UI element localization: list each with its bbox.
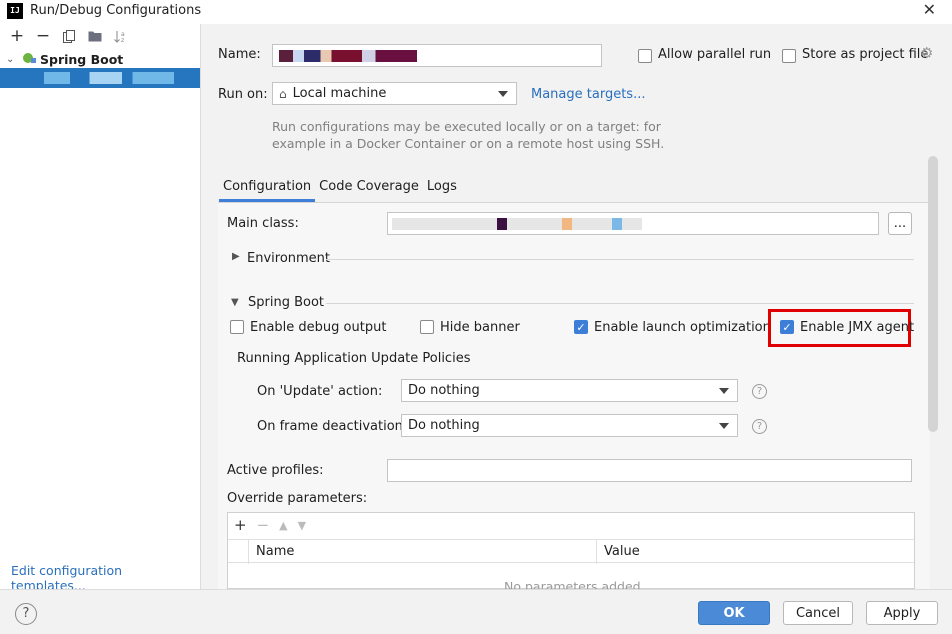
column-name[interactable]: Name (256, 544, 294, 559)
sort-icon[interactable]: az (108, 26, 134, 46)
active-profiles-field[interactable] (387, 459, 912, 482)
configuration-editor: Name: Allow parallel run Store as projec… (202, 24, 952, 589)
store-project-label: Store as project file (802, 47, 929, 62)
manage-targets-link[interactable]: Manage targets... (531, 87, 645, 102)
empty-table-text: No parameters added (504, 579, 641, 589)
spring-boot-section[interactable]: Spring Boot (248, 295, 324, 310)
chevron-down-icon[interactable]: ▼ (231, 297, 239, 308)
name-field[interactable] (272, 44, 602, 67)
hide-banner-checkbox[interactable] (420, 320, 434, 334)
home-icon: ⌂ (279, 86, 287, 101)
enable-jmx-agent-label: Enable JMX agent (800, 320, 915, 335)
on-update-label: On 'Update' action: (257, 384, 383, 399)
chevron-down-icon (498, 91, 508, 97)
folder-icon[interactable] (82, 26, 108, 46)
help-button[interactable]: ? (15, 603, 37, 625)
enable-launch-optimization-checkbox[interactable]: ✓ (574, 320, 588, 334)
title-bar: IJ Run/Debug Configurations ✕ (0, 0, 952, 24)
on-frame-label: On frame deactivation: (257, 419, 408, 434)
help-icon[interactable]: ? (752, 384, 767, 399)
redacted-config-name (44, 72, 174, 84)
allow-parallel-label: Allow parallel run (658, 47, 772, 62)
chevron-down-icon (719, 388, 729, 394)
main-class-label: Main class: (227, 216, 299, 231)
sidebar-toolbar: + − az (4, 26, 134, 46)
tab-logs[interactable]: Logs (423, 176, 461, 202)
window-title: Run/Debug Configurations (30, 3, 202, 18)
run-on-select[interactable]: ⌂ Local machine (272, 82, 517, 105)
redacted-main-class (392, 218, 642, 230)
tab-code-coverage[interactable]: Code Coverage (315, 176, 423, 202)
minus-icon[interactable]: − (257, 516, 270, 534)
table-header: Name Value (228, 539, 914, 564)
tree-group-label: Spring Boot (40, 51, 124, 67)
override-params-label: Override parameters: (227, 491, 368, 506)
minus-icon[interactable]: − (30, 26, 56, 46)
active-profiles-label: Active profiles: (227, 463, 324, 478)
chevron-down-icon (719, 423, 729, 429)
plus-icon[interactable]: + (234, 516, 247, 534)
cancel-button[interactable]: Cancel (783, 601, 853, 625)
run-on-info-line1: Run configurations may be executed local… (272, 119, 661, 134)
chevron-down-icon[interactable]: ⌄ (6, 54, 18, 65)
svg-text:z: z (121, 37, 124, 43)
enable-jmx-agent-checkbox[interactable]: ✓ (780, 320, 794, 334)
configurations-sidebar: + − az ⌄ Spring Boot Edit configuration … (0, 24, 201, 593)
tab-configuration[interactable]: Configuration (219, 176, 316, 202)
copy-icon[interactable] (56, 26, 82, 46)
run-on-info-line2: example in a Docker Container or on a re… (272, 136, 665, 151)
close-icon[interactable]: ✕ (923, 0, 936, 19)
help-icon[interactable]: ? (752, 419, 767, 434)
column-value[interactable]: Value (604, 544, 640, 559)
redacted-name (279, 50, 417, 62)
override-params-table: + − ▲ ▼ Name Value No parameters added (227, 512, 915, 589)
enable-debug-label: Enable debug output (250, 320, 387, 335)
spring-boot-icon (22, 52, 36, 67)
config-tabs: Configuration Code Coverage Logs (219, 176, 461, 202)
intellij-icon: IJ (7, 3, 23, 19)
arrow-down-icon[interactable]: ▼ (298, 519, 306, 534)
main-class-field[interactable] (387, 212, 879, 235)
on-update-select[interactable]: Do nothing (401, 379, 738, 402)
hide-banner-label: Hide banner (440, 320, 520, 335)
name-label: Name: (218, 47, 261, 62)
browse-main-class-button[interactable]: ... (888, 212, 912, 235)
divider (326, 303, 914, 304)
arrow-up-icon[interactable]: ▲ (279, 519, 287, 534)
tree-item-selected-config[interactable] (0, 68, 200, 88)
table-toolbar: + − ▲ ▼ (234, 516, 306, 534)
update-policies-heading: Running Application Update Policies (237, 351, 471, 366)
scrollbar[interactable] (928, 156, 938, 432)
divider (326, 259, 914, 260)
chevron-right-icon[interactable]: ▶ (232, 251, 240, 262)
gear-icon[interactable]: ⚙ (920, 44, 933, 62)
ok-button[interactable]: OK (698, 601, 770, 625)
enable-debug-checkbox[interactable] (230, 320, 244, 334)
enable-launch-optimization-label: Enable launch optimization (594, 320, 771, 335)
environment-section[interactable]: Environment (247, 251, 330, 266)
run-on-label: Run on: (218, 87, 268, 102)
allow-parallel-checkbox[interactable] (638, 49, 652, 63)
apply-button[interactable]: Apply (866, 601, 938, 625)
tree-group-spring-boot[interactable]: ⌄ Spring Boot (0, 50, 200, 68)
on-frame-select[interactable]: Do nothing (401, 414, 738, 437)
plus-icon[interactable]: + (4, 26, 30, 46)
store-project-checkbox[interactable] (782, 49, 796, 63)
